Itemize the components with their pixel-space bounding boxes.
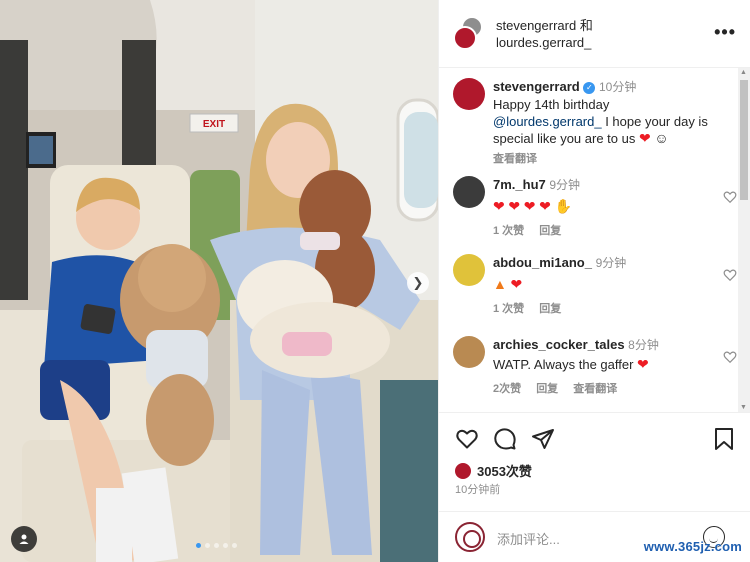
- save-bookmark-icon[interactable]: [713, 427, 735, 451]
- folded-hands-icon: ✋: [554, 198, 572, 214]
- reply-button[interactable]: 回复: [539, 303, 561, 315]
- exit-sign: EXIT: [203, 119, 225, 130]
- like-comment-heart-icon[interactable]: [723, 268, 737, 282]
- red-heart-icon: ❤: [523, 198, 536, 214]
- comments-list: stevengerrard ✓ 10分钟 Happy 14th birthday…: [439, 68, 739, 412]
- post-photo[interactable]: EXIT ❯: [0, 0, 438, 562]
- carousel-dot: [214, 543, 219, 548]
- post-authors[interactable]: stevengerrard 和 lourdes.gerrard_: [496, 17, 593, 51]
- translate-link[interactable]: 查看翻译: [493, 153, 537, 165]
- red-heart-icon: ❤: [508, 198, 521, 214]
- tagged-users-button[interactable]: [11, 526, 37, 552]
- comment-icon[interactable]: [493, 427, 517, 451]
- comment-username[interactable]: 7m._hu7: [493, 177, 546, 192]
- comment-likes[interactable]: 1 次赞: [493, 303, 524, 315]
- next-photo-button[interactable]: ❯: [407, 272, 429, 294]
- caption-time: 10分钟: [598, 80, 637, 94]
- avatar[interactable]: [453, 78, 485, 110]
- post-timestamp: 10分钟前: [455, 484, 501, 496]
- author-avatars[interactable]: [453, 16, 485, 50]
- comments-scrollbar[interactable]: ▲ ▼: [738, 68, 750, 412]
- comment-username[interactable]: archies_cocker_tales: [493, 337, 625, 352]
- carousel-dot: [223, 543, 228, 548]
- comment-time: 9分钟: [595, 256, 627, 270]
- comment-time: 9分钟: [549, 178, 581, 192]
- scrollbar-thumb[interactable]: [740, 80, 748, 200]
- comment-text-line: WATP. Always the gaffer ❤: [493, 356, 717, 373]
- scroll-down-icon[interactable]: ▼: [740, 404, 747, 411]
- like-heart-icon[interactable]: [455, 427, 479, 451]
- carousel-dot: [205, 543, 210, 548]
- verified-icon: ✓: [583, 81, 596, 94]
- reply-button[interactable]: 回复: [539, 225, 561, 237]
- red-heart-icon: ❤: [510, 276, 523, 292]
- avatar[interactable]: [453, 176, 485, 208]
- author-line-2[interactable]: lourdes.gerrard_: [496, 34, 593, 51]
- author-line-1[interactable]: stevengerrard 和: [496, 17, 593, 34]
- share-icon[interactable]: [531, 427, 555, 451]
- scroll-up-icon[interactable]: ▲: [740, 69, 747, 76]
- like-comment-heart-icon[interactable]: [723, 190, 737, 204]
- avatar: [455, 462, 471, 479]
- red-heart-icon: ❤: [638, 130, 651, 146]
- carousel-dot: [232, 543, 237, 548]
- avatar[interactable]: [453, 254, 485, 286]
- like-comment-heart-icon[interactable]: [723, 350, 737, 364]
- carousel-indicator: [196, 543, 237, 548]
- caption-username[interactable]: stevengerrard: [493, 79, 580, 94]
- translate-link[interactable]: 查看翻译: [573, 383, 617, 395]
- comment-composer: 添加评论...: [439, 511, 750, 562]
- reply-button[interactable]: 回复: [536, 383, 558, 395]
- avatar: [455, 522, 485, 552]
- more-options-icon[interactable]: •••: [714, 22, 736, 43]
- comment-emojis: ▲ ❤: [493, 276, 717, 293]
- carousel-dot: [196, 543, 201, 548]
- avatar[interactable]: [453, 336, 485, 368]
- smiling-face-icon: ☺: [654, 130, 669, 146]
- caption-text: Happy 14th birthday: [493, 97, 610, 112]
- red-heart-icon: ❤: [637, 356, 649, 372]
- avatar: [453, 26, 477, 50]
- comment-likes[interactable]: 1 次赞: [493, 225, 524, 237]
- comment-time: 8分钟: [628, 338, 659, 352]
- post-header: stevengerrard 和 lourdes.gerrard_ •••: [439, 0, 750, 68]
- red-heart-icon: ❤: [539, 198, 551, 214]
- fire-icon: ▲: [493, 276, 507, 292]
- comment-item: 7m._hu7 9分钟 ❤ ❤ ❤ ❤ ✋ 1 次赞 回复: [453, 176, 737, 237]
- comment-username[interactable]: abdou_mi1ano_: [493, 255, 592, 270]
- red-heart-icon: ❤: [493, 198, 505, 214]
- comment-item: abdou_mi1ano_ 9分钟 ▲ ❤ 1 次赞 回复: [453, 254, 737, 315]
- post-side-panel: stevengerrard 和 lourdes.gerrard_ ••• ste…: [438, 0, 750, 562]
- comment-emojis: ❤ ❤ ❤ ❤ ✋: [493, 198, 717, 215]
- comment-text: WATP. Always the gaffer: [493, 357, 634, 372]
- likes-count-text[interactable]: 3053次赞: [477, 461, 532, 480]
- photo-illustration: EXIT: [0, 0, 438, 562]
- comment-item: archies_cocker_tales 8分钟 WATP. Always th…: [453, 336, 737, 396]
- user-icon: [19, 534, 29, 544]
- comment-likes[interactable]: 2次赞: [493, 383, 521, 395]
- likes-count[interactable]: 3053次赞: [455, 461, 532, 480]
- caption-mention[interactable]: @lourdes.gerrard_: [493, 114, 602, 129]
- comment-input[interactable]: 添加评论...: [497, 529, 560, 548]
- watermark: www.365jz.com: [643, 539, 742, 554]
